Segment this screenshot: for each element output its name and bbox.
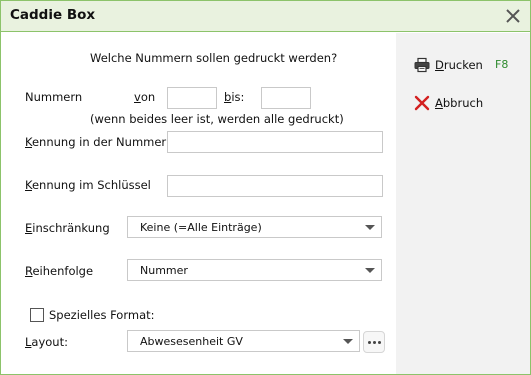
from-label: von [134,90,156,104]
chevron-down-icon [343,339,353,344]
form-heading: Welche Nummern sollen gedruckt werden? [90,51,338,65]
from-number-input[interactable] [168,88,216,108]
to-label: bis: [224,90,245,104]
caddie-box-dialog: Caddie Box Welche Nummern sollen gedruck… [0,0,531,375]
action-panel: Drucken F8 Abbruch [396,33,530,374]
order-label: Reihenfolge [25,264,94,278]
print-label: Drucken [435,58,483,72]
layout-more-button[interactable] [363,331,385,353]
cancel-button[interactable]: Abbruch [414,93,483,113]
layout-value: Abwesesenheit GV [140,335,243,348]
cancel-x-icon [414,95,430,111]
chevron-down-icon [365,225,375,230]
window-title: Caddie Box [10,7,96,23]
id-in-key-field[interactable] [167,175,383,197]
chevron-down-icon [365,268,375,273]
restriction-label: Einschränkung [25,221,110,235]
layout-label: Layout: [25,335,68,349]
restriction-value: Keine (=Alle Einträge) [140,221,262,234]
cancel-label: Abbruch [435,96,484,110]
printer-icon [414,57,430,73]
id-in-key-input[interactable] [168,176,382,196]
to-number-input[interactable] [262,88,310,108]
print-shortcut: F8 [495,58,509,71]
hint-text: (wenn beides leer ist, werden alle gedru… [90,112,344,126]
to-number-field[interactable] [261,87,311,109]
special-format-checkbox[interactable] [30,308,44,322]
print-button[interactable]: Drucken [414,55,483,75]
from-number-field[interactable] [167,87,217,109]
restriction-select[interactable]: Keine (=Alle Einträge) [127,216,382,238]
close-button[interactable] [502,5,524,27]
special-format-label: Spezielles Format: [49,308,155,322]
id-in-key-label: Kennung im Schlüssel [25,178,151,192]
id-in-number-field[interactable] [167,131,383,153]
close-icon [506,9,520,23]
order-value: Nummer [140,264,188,277]
id-in-number-label: Kennung in der Nummer [25,135,167,149]
id-in-number-input[interactable] [168,132,382,152]
dot-icon [367,340,371,344]
title-bar: Caddie Box [1,1,530,32]
layout-select[interactable]: Abwesesenheit GV [127,330,360,352]
order-select[interactable]: Nummer [127,259,382,281]
dot-icon [377,340,381,344]
numbers-label: Nummern [25,90,83,104]
dot-icon [372,340,376,344]
